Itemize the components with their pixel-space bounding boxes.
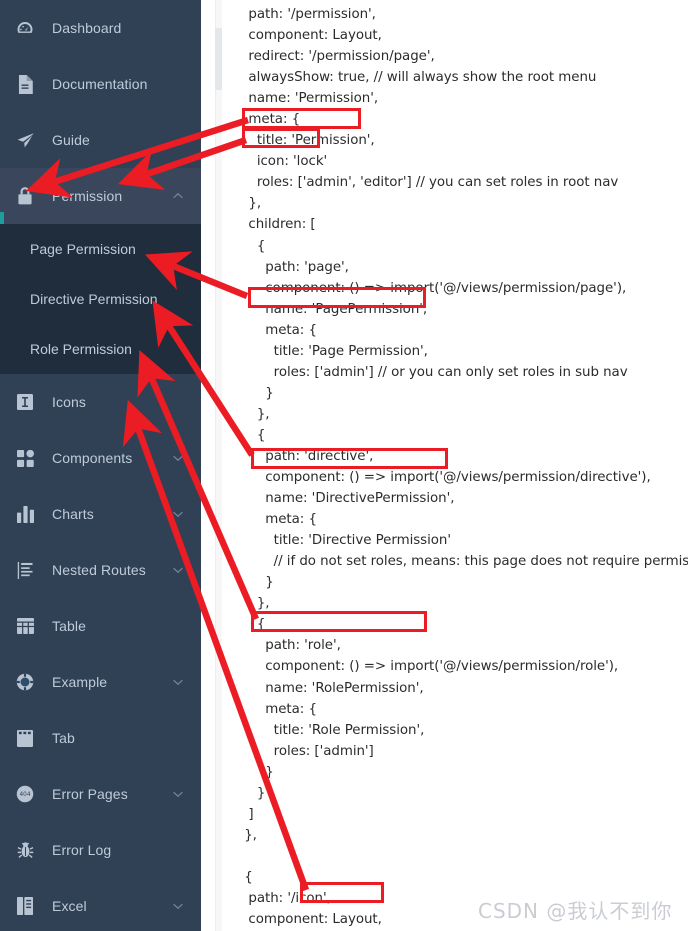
- sidebar-item-example[interactable]: Example: [0, 654, 201, 710]
- excel-book-icon: [14, 895, 36, 917]
- sidebar-item-label: Guide: [52, 132, 90, 148]
- sidebar-item-label: Documentation: [52, 76, 148, 92]
- scrollbar-thumb[interactable]: [215, 28, 222, 90]
- bug-icon: [14, 839, 36, 861]
- sidebar-item-guide[interactable]: Guide: [0, 112, 201, 168]
- chevron-down-icon: [171, 675, 185, 689]
- sidebar-item-tab[interactable]: Tab: [0, 710, 201, 766]
- sidebar-item-label: Nested Routes: [52, 562, 146, 578]
- svg-text:404: 404: [20, 792, 31, 798]
- sidebar-item-components[interactable]: Components: [0, 430, 201, 486]
- sidebar-subitem-page-permission[interactable]: Page Permission: [0, 224, 201, 274]
- sidebar-item-label: Example: [52, 674, 108, 690]
- lock-icon: [14, 185, 36, 207]
- sidebar-item-error-log[interactable]: Error Log: [0, 822, 201, 878]
- sidebar-subitem-label: Role Permission: [30, 341, 132, 357]
- nested-list-icon: [14, 559, 36, 581]
- sidebar-subitem-label: Directive Permission: [30, 291, 158, 307]
- scrollbar-track[interactable]: [215, 0, 222, 931]
- sidebar-item-label: Error Pages: [52, 786, 128, 802]
- sidebar-subitem-label: Page Permission: [30, 241, 136, 257]
- icons-letter-i-icon: [14, 391, 36, 413]
- sidebar-subitem-role-permission[interactable]: Role Permission: [0, 324, 201, 374]
- sidebar-item-label: Permission: [52, 188, 123, 204]
- chevron-down-icon: [171, 563, 185, 577]
- sidebar-item-table[interactable]: Table: [0, 598, 201, 654]
- tab-calendar-icon: [14, 727, 36, 749]
- sidebar-item-label: Icons: [52, 394, 86, 410]
- example-compass-icon: [14, 671, 36, 693]
- sidebar-item-label: Table: [52, 618, 86, 634]
- sidebar-subitem-directive-permission[interactable]: Directive Permission: [0, 274, 201, 324]
- permission-submenu[interactable]: Page Permission Directive Permission Rol…: [0, 224, 201, 374]
- dashboard-icon: [14, 17, 36, 39]
- sidebar-item-label: Charts: [52, 506, 94, 522]
- guide-paper-plane-icon: [14, 129, 36, 151]
- sidebar-item-label: Tab: [52, 730, 75, 746]
- bar-chart-icon: [14, 503, 36, 525]
- chevron-up-icon: [171, 189, 185, 203]
- sidebar-item-label: Dashboard: [52, 20, 122, 36]
- sidebar-navigation[interactable]: Dashboard Documentation Guide Permission…: [0, 0, 201, 931]
- sidebar-item-documentation[interactable]: Documentation: [0, 56, 201, 112]
- chevron-down-icon: [171, 507, 185, 521]
- sidebar-item-dashboard[interactable]: Dashboard: [0, 0, 201, 56]
- sidebar-item-permission[interactable]: Permission: [0, 168, 201, 224]
- components-grid-icon: [14, 447, 36, 469]
- chevron-down-icon: [171, 899, 185, 913]
- sidebar-item-icons[interactable]: Icons: [0, 374, 201, 430]
- sidebar-item-label: Excel: [52, 898, 87, 914]
- screenshot-root: Dashboard Documentation Guide Permission…: [0, 0, 688, 931]
- chevron-down-icon: [171, 787, 185, 801]
- code-pane[interactable]: path: '/permission', component: Layout, …: [222, 0, 688, 931]
- sidebar-item-error-pages[interactable]: 404 Error Pages: [0, 766, 201, 822]
- sidebar-item-nested-routes[interactable]: Nested Routes: [0, 542, 201, 598]
- sidebar-item-label: Error Log: [52, 842, 112, 858]
- route-config-code: path: '/permission', component: Layout, …: [244, 7, 688, 928]
- sidebar-item-excel[interactable]: Excel: [0, 878, 201, 931]
- sidebar-item-charts[interactable]: Charts: [0, 486, 201, 542]
- table-grid-icon: [14, 615, 36, 637]
- sidebar-item-label: Components: [52, 450, 133, 466]
- chevron-down-icon: [171, 451, 185, 465]
- document-icon: [14, 73, 36, 95]
- error-404-icon: 404: [14, 783, 36, 805]
